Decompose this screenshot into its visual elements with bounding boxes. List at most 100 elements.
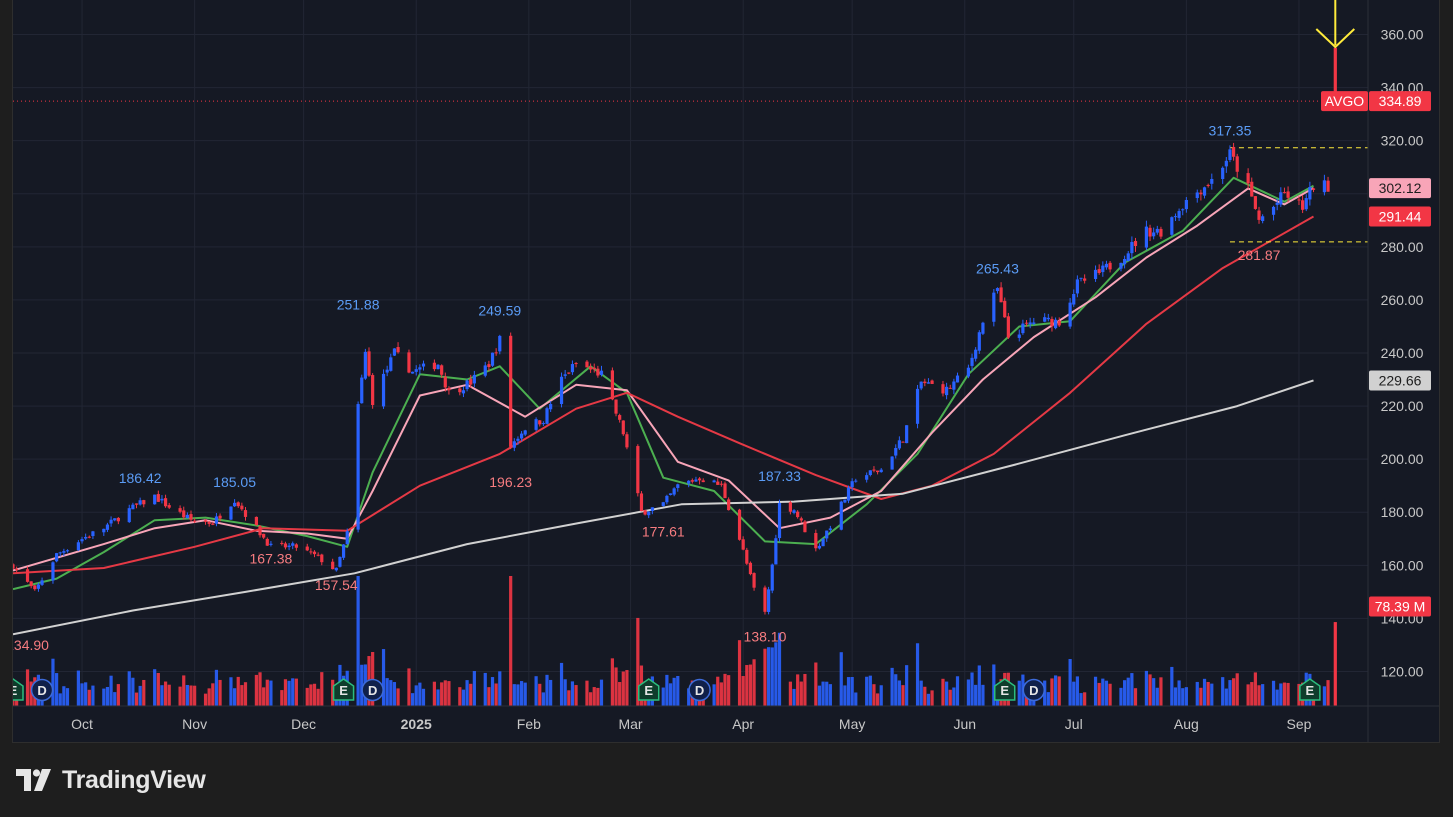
volume-bar [229,677,233,706]
candle-body [305,546,309,551]
candle-body [211,523,215,525]
time-axis[interactable]: Oct Nov Dec 2025 Feb Mar Apr May Jun Jul Aug Sep [13,705,1440,732]
volume-bar [945,681,949,706]
candle-body [1206,184,1210,186]
volume-bar [407,668,411,706]
candle-body [1177,211,1181,218]
volume-bar [1072,681,1076,706]
price-tick-label: 180.00 [1381,504,1424,520]
volume-bar [312,683,317,706]
volume-bar [109,675,113,706]
time-tick-label: Feb [517,716,541,732]
price-badge-label: 302.12 [1379,180,1422,196]
candle-body [1097,269,1101,273]
volume-bar [712,684,716,706]
candle-body [410,371,415,374]
candle-body [687,480,691,484]
candle-body [1093,269,1098,279]
candle-body [1108,262,1112,270]
candle-body [559,376,564,405]
candle-body [592,367,596,370]
volume-bar [854,692,858,706]
volume-bar [487,687,491,706]
volume-bar [1104,680,1109,706]
candle-body [1246,173,1250,184]
candle-body [15,569,19,571]
volume-bar [440,682,444,706]
candle-body [440,365,444,375]
candle-body [523,430,527,435]
candle-body [977,332,981,351]
volume-bar [1282,682,1287,706]
candle-body [178,508,182,512]
volume-bar [232,688,237,706]
candle-body [320,554,324,563]
volume-bar [672,677,676,706]
volume-bar [599,679,604,706]
candle-body [647,511,651,516]
candle-body [33,585,37,590]
volume-bar [549,679,553,706]
volume-bar [977,665,981,706]
volume-bar [483,672,487,706]
candle-body [509,335,513,447]
candle-body [432,362,436,370]
volume-bar [915,643,920,706]
volume-bar [1224,688,1228,706]
volume-bar [727,675,731,706]
time-tick-label: Aug [1174,716,1199,732]
candle-body [1199,192,1203,195]
volume-bar [799,681,803,706]
price-extreme-label: 134.90 [13,637,49,653]
candle-body [160,498,164,501]
volume-bar [570,681,575,706]
price-extreme-label: 185.05 [213,474,256,490]
price-tick-label: 240.00 [1381,345,1424,361]
candle-body [570,364,575,373]
candle-body [1195,192,1199,199]
volume-bar [941,678,945,706]
candle-body [1101,265,1105,273]
candle-body [1028,322,1032,325]
candle-body [269,543,273,545]
brand[interactable]: TradingView [16,764,206,796]
volume-bar [309,684,313,706]
volume-bar [567,690,571,706]
price-tick-label: 360.00 [1381,27,1424,43]
volume-bar [1199,687,1203,706]
price-chart[interactable]: 186.42 185.05 167.38 157.54 251.88 249.59 196.… [13,0,1440,743]
candle-body [1130,242,1134,254]
price-extreme-label: 249.59 [478,303,521,319]
volume-bar [1206,681,1210,706]
volume-bar [1108,683,1112,706]
candle-body [1032,322,1036,324]
volume-bar [287,680,291,706]
candle-body [697,478,702,481]
candle-body [490,352,495,366]
event-marker-letter: E [13,683,18,698]
candle-body [138,500,142,505]
candle-body [676,484,680,488]
volume-bar [1130,673,1134,706]
candle-body [371,375,375,405]
candle-body [992,292,996,322]
volume-bar [879,685,883,706]
candle-body [1043,317,1047,322]
candle-body [483,365,487,376]
volume-bar [269,680,273,706]
candle-body [421,363,426,367]
volume-bar [458,687,462,706]
candle-body [265,538,269,546]
volume-bar [752,659,756,706]
candle-body [341,544,346,558]
volume-bar [966,679,971,706]
volume-bar [890,667,894,706]
volume-bar [472,671,476,706]
candle-body [995,288,1000,292]
candle-body [1017,334,1021,338]
chart-frame[interactable]: 186.42 185.05 167.38 157.54 251.88 249.59 196.… [12,0,1440,743]
candle-body [1119,262,1123,269]
volume-bar [1046,692,1050,706]
volume-bar [1123,680,1127,706]
candle-body [545,408,549,424]
